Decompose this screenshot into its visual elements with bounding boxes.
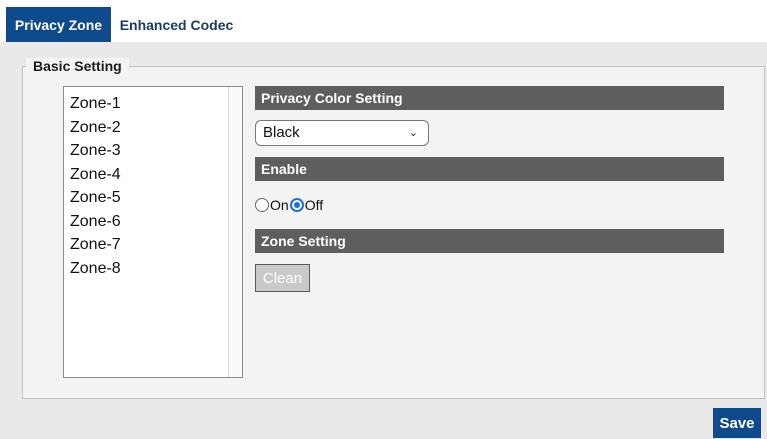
zone-list[interactable]: Zone-1 Zone-2 Zone-3 Zone-4 Zone-5 Zone-… — [63, 86, 243, 378]
zone-item-1[interactable]: Zone-1 — [64, 92, 242, 116]
enable-on-label[interactable]: On — [270, 197, 289, 213]
basic-setting-legend: Basic Setting — [26, 58, 129, 74]
enable-off-label[interactable]: Off — [305, 197, 323, 213]
privacy-color-select[interactable]: Black ⌄ — [255, 120, 429, 146]
zone-setting-header: Zone Setting — [255, 229, 724, 253]
tab-enhanced-codec[interactable]: Enhanced Codec — [111, 7, 242, 42]
tab-privacy-zone[interactable]: Privacy Zone — [6, 7, 111, 42]
enable-radio-group: On Off — [255, 196, 324, 214]
privacy-color-value: Black — [263, 124, 300, 141]
privacy-zone-page: Privacy Zone Enhanced Codec Basic Settin… — [0, 0, 767, 439]
zone-item-2[interactable]: Zone-2 — [64, 116, 242, 140]
tab-bar: Privacy Zone Enhanced Codec — [0, 0, 767, 42]
zone-item-6[interactable]: Zone-6 — [64, 210, 242, 234]
zone-item-8[interactable]: Zone-8 — [64, 257, 242, 281]
zone-item-4[interactable]: Zone-4 — [64, 163, 242, 187]
enable-header: Enable — [255, 157, 724, 181]
zone-item-5[interactable]: Zone-5 — [64, 186, 242, 210]
zone-list-scrollbar[interactable] — [228, 87, 242, 377]
enable-on-radio[interactable] — [255, 198, 269, 212]
zone-item-3[interactable]: Zone-3 — [64, 139, 242, 163]
enable-off-radio[interactable] — [289, 198, 304, 212]
zone-item-7[interactable]: Zone-7 — [64, 233, 242, 257]
privacy-color-header: Privacy Color Setting — [255, 86, 724, 110]
clean-button[interactable]: Clean — [255, 264, 310, 292]
chevron-down-icon: ⌄ — [408, 127, 418, 139]
save-button[interactable]: Save — [713, 408, 761, 438]
